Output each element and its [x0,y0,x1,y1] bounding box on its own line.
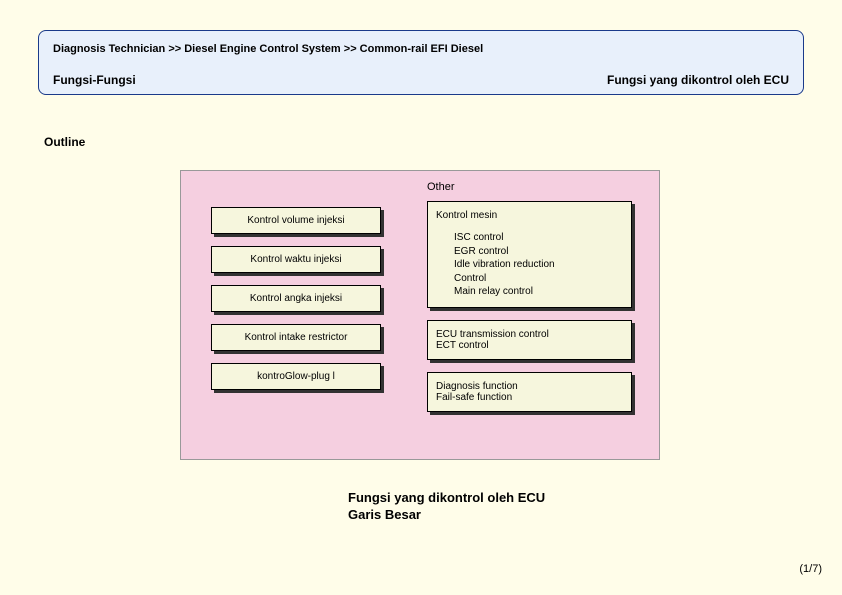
diagram-box: Other Kontrol volume injeksi Kontrol wak… [180,170,660,460]
list-item: Fail-safe function [436,392,623,403]
right-box-1: Kontrol mesin ISC control EGR control Id… [427,201,632,308]
left-card-2: Kontrol angka injeksi [211,285,381,312]
list-item: Diagnosis function [436,381,623,392]
list-item: ECT control [436,340,623,351]
list-item: Control [454,272,623,286]
left-stack: Kontrol volume injeksi Kontrol waktu inj… [211,207,381,402]
bottom-title-line2: Garis Besar [348,507,545,524]
left-card-0: Kontrol volume injeksi [211,207,381,234]
header-left-title: Fungsi-Fungsi [53,73,136,87]
right-box-2: ECU transmission control ECT control [427,320,632,360]
header-right-title: Fungsi yang dikontrol oleh ECU [607,73,789,87]
right-box1-title: Kontrol mesin [436,210,623,221]
breadcrumb: Diagnosis Technician >> Diesel Engine Co… [53,43,789,55]
left-card-4: kontroGlow-plug l [211,363,381,390]
right-box1-list: ISC control EGR control Idle vibration r… [436,225,623,299]
left-card-1: Kontrol waktu injeksi [211,246,381,273]
list-item: ECU transmission control [436,329,623,340]
list-item: Main relay control [454,285,623,299]
list-item: EGR control [454,245,623,259]
outline-label: Outline [44,135,85,149]
list-item: Idle vibration reduction [454,258,623,272]
header-row: Fungsi-Fungsi Fungsi yang dikontrol oleh… [53,73,789,87]
header-box: Diagnosis Technician >> Diesel Engine Co… [38,30,804,95]
list-item: ISC control [454,231,623,245]
bottom-title-line1: Fungsi yang dikontrol oleh ECU [348,490,545,507]
other-label: Other [427,181,455,193]
right-col: Kontrol mesin ISC control EGR control Id… [427,201,632,424]
right-box-3: Diagnosis function Fail-safe function [427,372,632,412]
left-card-3: Kontrol intake restrictor [211,324,381,351]
bottom-title: Fungsi yang dikontrol oleh ECU Garis Bes… [348,490,545,524]
pager: (1/7) [799,563,822,575]
